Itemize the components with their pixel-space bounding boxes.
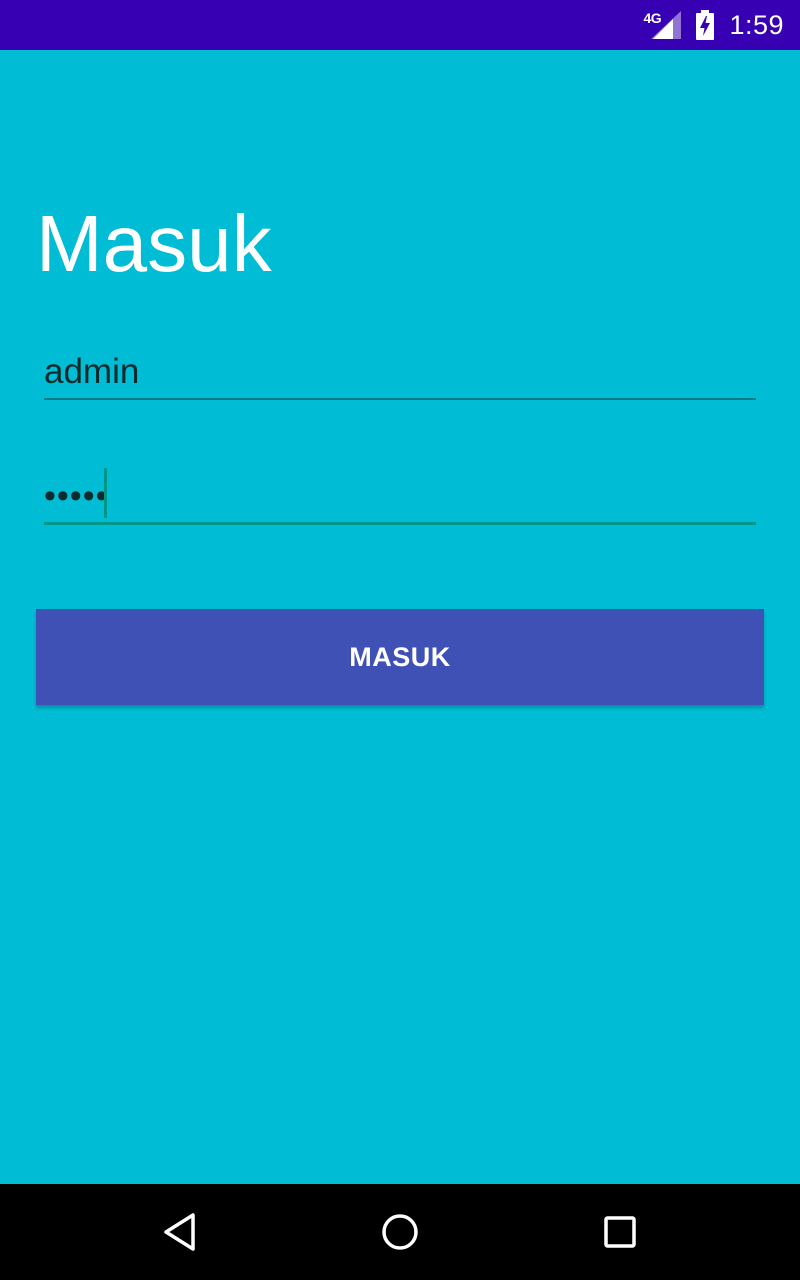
network-type-label: 4G bbox=[643, 10, 662, 26]
recents-square-icon bbox=[604, 1216, 636, 1248]
network-indicator: 4G bbox=[643, 9, 682, 41]
password-masked-value: ••••• bbox=[44, 477, 109, 515]
status-bar: 4G 1:59 bbox=[0, 0, 800, 50]
username-value: admin bbox=[44, 352, 140, 391]
login-button[interactable]: MASUK bbox=[36, 609, 764, 705]
password-field[interactable]: ••••• bbox=[44, 462, 756, 525]
battery-charging-icon bbox=[696, 10, 715, 40]
recents-button[interactable] bbox=[596, 1208, 644, 1256]
login-screen: 4G 1:59 Masuk admin ••••• MASUK bbox=[0, 0, 800, 1280]
back-button[interactable] bbox=[156, 1208, 204, 1256]
home-button[interactable] bbox=[376, 1208, 424, 1256]
page-title: Masuk bbox=[36, 199, 272, 288]
text-cursor bbox=[104, 468, 107, 518]
home-circle-icon bbox=[382, 1214, 418, 1250]
status-clock: 1:59 bbox=[729, 10, 784, 40]
status-icons: 4G 1:59 bbox=[643, 0, 784, 50]
back-triangle-icon bbox=[164, 1213, 195, 1251]
username-field[interactable]: admin bbox=[44, 340, 756, 400]
navigation-bar bbox=[0, 1184, 800, 1280]
